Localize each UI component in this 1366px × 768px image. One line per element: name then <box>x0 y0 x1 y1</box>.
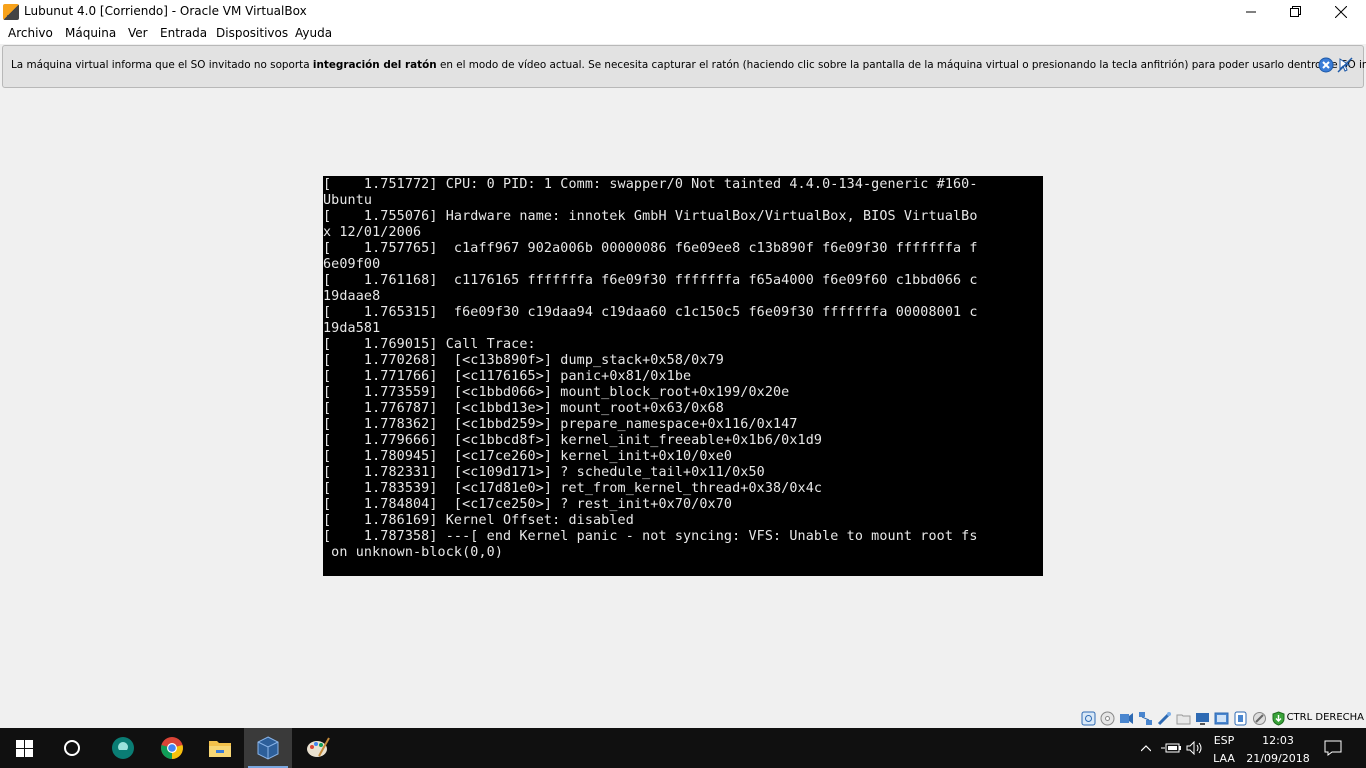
console-line: [ 1.776787] [<c1bbd13e>] mount_root+0x63… <box>323 401 724 416</box>
chrome-icon <box>161 737 183 759</box>
windows-taskbar: ESP LAA 12:03 21/09/2018 <box>0 728 1366 768</box>
console-line: [ 1.782331] [<c109d171>] ? schedule_tail… <box>323 465 765 480</box>
input-language[interactable]: ESP LAA <box>1208 733 1240 766</box>
hard-disk-icon[interactable] <box>1081 711 1096 726</box>
usb-icon[interactable] <box>1157 711 1172 726</box>
file-explorer-icon <box>209 741 231 757</box>
menu-dispositivos[interactable]: Dispositivos <box>216 26 288 40</box>
mouse-integration-notice: La máquina virtual informa que el SO inv… <box>2 45 1366 88</box>
menu-entrada[interactable]: Entrada <box>160 26 207 40</box>
console-line: 6e09f00 <box>323 257 381 272</box>
taskbar-clock[interactable]: 12:03 21/09/2018 <box>1244 733 1312 766</box>
video-capture-icon[interactable] <box>1214 711 1229 726</box>
taskbar-virtualbox[interactable] <box>244 728 292 768</box>
taskbar-gitkraken[interactable] <box>99 728 147 768</box>
close-button[interactable] <box>1318 0 1364 23</box>
paint-icon <box>307 737 330 757</box>
console-line: [ 1.784804] [<c17ce250>] ? rest_init+0x7… <box>323 497 733 512</box>
tray-volume[interactable] <box>1184 728 1206 768</box>
tray-power[interactable] <box>1160 728 1182 768</box>
display-icon[interactable] <box>1195 711 1210 726</box>
window-title-bar[interactable]: Lubunut 4.0 [Corriendo] - Oracle VM Virt… <box>0 0 1366 23</box>
console-line: [ 1.757765] c1aff967 902a006b 00000086 f… <box>323 241 978 256</box>
minimize-icon <box>1246 11 1256 12</box>
console-line: [ 1.773559] [<c1bbd066>] mount_block_roo… <box>323 385 790 400</box>
console-line: [ 1.780945] [<c17ce260>] kernel_init+0x1… <box>323 449 733 464</box>
optical-drive-icon[interactable] <box>1100 711 1115 726</box>
speaker-icon <box>1186 741 1202 755</box>
notice-do-not-show-icon[interactable] <box>1337 57 1353 73</box>
window-title: Lubunut 4.0 [Corriendo] - Oracle VM Virt… <box>24 4 307 18</box>
console-line: [ 1.770268] [<c13b890f>] dump_stack+0x58… <box>323 353 724 368</box>
minimize-button[interactable] <box>1228 0 1274 23</box>
taskbar-file-explorer[interactable] <box>196 728 244 768</box>
network-icon[interactable] <box>1138 711 1153 726</box>
chevron-up-icon <box>1141 744 1151 751</box>
recording-icon[interactable] <box>1233 711 1248 726</box>
console-line: on unknown-block(0,0) <box>323 545 504 560</box>
menu-bar: Archivo Máquina Ver Entrada Dispositivos… <box>0 23 1366 44</box>
restore-button[interactable] <box>1272 0 1318 23</box>
menu-ver[interactable]: Ver <box>128 26 148 40</box>
host-key-label: CTRL DERECHA <box>1286 712 1364 723</box>
battery-plug-icon <box>1161 743 1181 753</box>
notice-close-icon[interactable] <box>1318 57 1334 73</box>
console-line: Ubuntu <box>323 193 373 208</box>
vm-display-area[interactable]: [ 1.751772] CPU: 0 PID: 1 Comm: swapper/… <box>0 89 1366 709</box>
virtualbox-app-icon <box>3 4 19 20</box>
notice-message: La máquina virtual informa que el SO inv… <box>11 59 1366 71</box>
console-line: [ 1.769015] Call Trace: <box>323 337 536 352</box>
console-line: [ 1.771766] [<c1176165>] panic+0x81/0x1b… <box>323 369 692 384</box>
menu-archivo[interactable]: Archivo <box>8 26 53 40</box>
console-line: 19daae8 <box>323 289 381 304</box>
console-line: [ 1.761168] c1176165 fffffffa f6e09f30 f… <box>323 273 978 288</box>
cortana-button[interactable] <box>48 728 96 768</box>
cortana-search-icon <box>64 740 80 756</box>
console-line: 19da581 <box>323 321 381 336</box>
start-button[interactable] <box>0 728 48 768</box>
taskbar-paint[interactable] <box>294 728 342 768</box>
console-line: [ 1.755076] Hardware name: innotek GmbH … <box>323 209 978 224</box>
console-line: [ 1.778362] [<c1bbd259>] prepare_namespa… <box>323 417 798 432</box>
cpu-icon[interactable] <box>1252 711 1267 726</box>
console-line: [ 1.779666] [<c1bbcd8f>] kernel_init_fre… <box>323 433 823 448</box>
console-line: x 12/01/2006 <box>323 225 422 240</box>
mouse-integration-icon[interactable] <box>1271 711 1286 726</box>
console-line: [ 1.786169] Kernel Offset: disabled <box>323 513 634 528</box>
notifications-icon <box>1324 740 1342 756</box>
menu-maquina[interactable]: Máquina <box>65 26 116 40</box>
console-line: [ 1.783539] [<c17d81e0>] ret_from_kernel… <box>323 481 823 496</box>
restore-icon <box>1289 6 1301 17</box>
action-center-button[interactable] <box>1318 728 1348 768</box>
gitkraken-icon <box>112 737 134 759</box>
menu-ayuda[interactable]: Ayuda <box>295 26 332 40</box>
console-line: [ 1.787358] ---[ end Kernel panic - not … <box>323 529 978 544</box>
vm-status-bar: CTRL DERECHA <box>0 709 1366 728</box>
virtualbox-icon <box>257 736 279 760</box>
close-icon <box>1335 5 1347 18</box>
tray-overflow-button[interactable] <box>1138 728 1154 768</box>
windows-start-icon <box>15 739 33 757</box>
taskbar-chrome[interactable] <box>148 728 196 768</box>
shared-folders-icon[interactable] <box>1176 711 1191 726</box>
audio-icon[interactable] <box>1119 711 1134 726</box>
guest-console[interactable]: [ 1.751772] CPU: 0 PID: 1 Comm: swapper/… <box>323 176 1043 576</box>
console-line: [ 1.765315] f6e09f30 c19daa94 c19daa60 c… <box>323 305 978 320</box>
console-line: [ 1.751772] CPU: 0 PID: 1 Comm: swapper/… <box>323 177 978 192</box>
